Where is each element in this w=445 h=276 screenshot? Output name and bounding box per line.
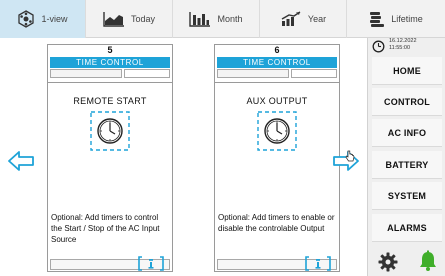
area-chart-icon — [103, 12, 124, 27]
tab-1-view[interactable]: 1-view — [0, 0, 86, 38]
panel-description: Optional: Add timers to control the Star… — [51, 213, 160, 244]
clock-icon[interactable] — [257, 111, 297, 151]
panel-aux-output: 6 TIME CONTROL AUX OUTPUT Optional: Add … — [214, 44, 340, 272]
clock-icon[interactable] — [90, 111, 130, 151]
date-text: 16.12.2022 — [389, 38, 417, 44]
sidebar-item-home[interactable]: HOME — [372, 57, 442, 85]
top-tab-bar: 1-view Today Month Year Lifetime — [0, 0, 445, 38]
tab-month[interactable]: Month — [173, 0, 260, 38]
info-icon[interactable] — [138, 256, 164, 271]
panel-number: 5 — [107, 45, 113, 55]
tab-lifetime[interactable]: Lifetime — [347, 0, 445, 38]
sidebar-item-alarms[interactable]: ALARMS — [372, 214, 442, 242]
tab-lifetime-label: Lifetime — [391, 14, 423, 24]
alarm-bell-icon[interactable] — [418, 250, 438, 272]
previous-arrow-icon[interactable] — [8, 150, 34, 172]
panel-title: REMOTE START — [73, 96, 147, 106]
datetime-display: 16.12.2022 11:55:00 — [368, 38, 445, 56]
status-strip-secondary — [291, 69, 337, 78]
status-strip — [217, 69, 289, 78]
panel-number: 6 — [274, 45, 280, 55]
coin-stack-icon — [370, 12, 385, 27]
panel-description: Optional: Add timers to enable or disabl… — [218, 213, 335, 233]
tab-today-label: Today — [130, 14, 156, 24]
status-strip — [50, 69, 122, 78]
panel-remote-start: 5 TIME CONTROL REMOTE START Optional: Ad… — [47, 44, 173, 272]
trend-chart-icon — [281, 11, 301, 26]
pointer-cursor-icon — [345, 150, 355, 162]
sidebar: 16.12.2022 11:55:00 HOME CONTROL AC INFO… — [367, 38, 445, 276]
sidebar-item-system[interactable]: SYSTEM — [372, 182, 442, 210]
time-control-header: TIME CONTROL — [50, 57, 170, 68]
tab-year[interactable]: Year — [260, 0, 347, 38]
settings-gear-icon[interactable] — [378, 252, 398, 272]
info-icon[interactable] — [305, 256, 331, 271]
tab-month-label: Month — [217, 14, 243, 24]
sidebar-item-ac-info[interactable]: AC INFO — [372, 119, 442, 147]
time-text: 11:55:00 — [389, 45, 411, 51]
sidebar-item-battery[interactable]: BATTERY — [372, 151, 442, 179]
time-control-header: TIME CONTROL — [217, 57, 337, 68]
sidebar-item-control[interactable]: CONTROL — [372, 88, 442, 116]
gear-hexagon-icon — [18, 10, 35, 28]
panel-title: AUX OUTPUT — [246, 96, 308, 106]
bar-chart-icon — [189, 12, 211, 27]
tab-year-label: Year — [307, 14, 327, 24]
status-strip-secondary — [124, 69, 170, 78]
tab-1-view-label: 1-view — [41, 14, 68, 24]
clock-icon — [372, 40, 385, 53]
tab-today[interactable]: Today — [86, 0, 173, 38]
